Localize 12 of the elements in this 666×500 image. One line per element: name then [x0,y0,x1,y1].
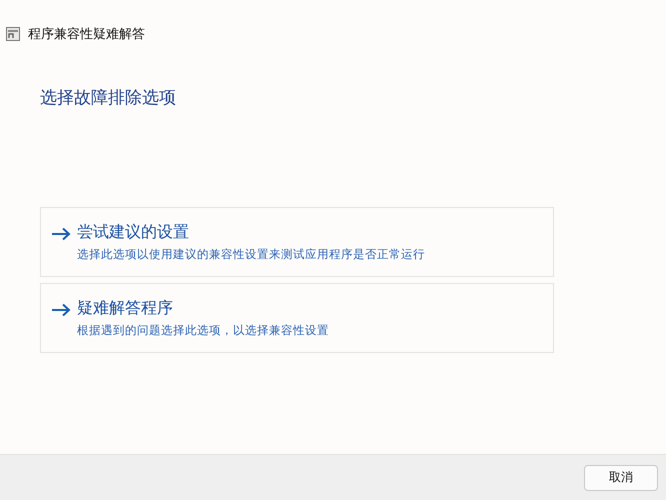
cancel-button[interactable]: 取消 [584,464,658,490]
option-title: 尝试建议的设置 [77,222,190,243]
window-title: 程序兼容性疑难解答 [28,26,145,43]
page-heading: 选择故障排除选项 [40,87,177,109]
app-icon [6,27,20,41]
arrow-icon [51,227,71,241]
option-link[interactable]: 尝试建议的设置 选择此选项以使用建议的兼容性设置来测试应用程序是否正常运行 [40,207,554,277]
option-description: 根据遇到的问题选择此选项，以选择兼容性设置 [77,323,329,338]
arrow-icon [51,303,71,317]
option-description: 选择此选项以使用建议的兼容性设置来测试应用程序是否正常运行 [77,247,425,262]
option-title: 疑难解答程序 [77,298,174,319]
option-link[interactable]: 疑难解答程序 根据遇到的问题选择此选项，以选择兼容性设置 [40,283,554,353]
